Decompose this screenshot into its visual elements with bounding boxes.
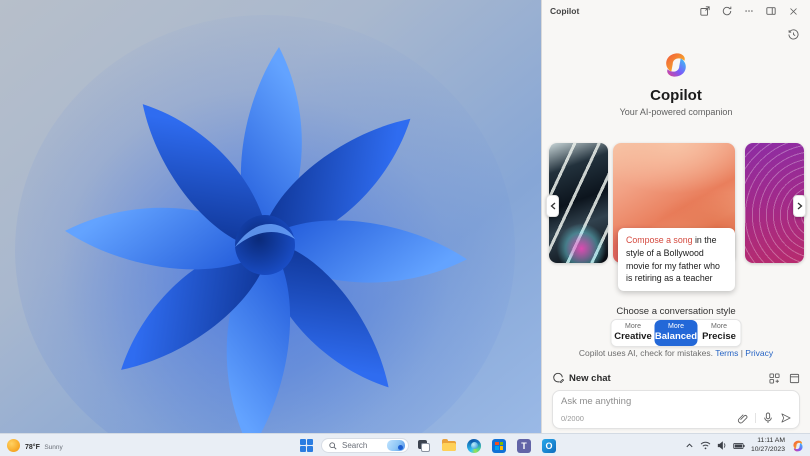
disclaimer-text: Copilot uses AI, check for mistakes. — [578, 348, 716, 358]
microphone-icon[interactable] — [763, 412, 773, 424]
chat-history-icon[interactable] — [785, 27, 801, 41]
send-icon[interactable] — [780, 412, 792, 424]
file-explorer-button[interactable] — [439, 436, 459, 455]
plugins-grid-icon[interactable] — [769, 372, 780, 384]
style-option-line1: More — [711, 323, 727, 330]
copilot-subtitle: Your AI-powered companion — [619, 107, 733, 117]
suggestion-carousel: Compose a song in the style of a Bollywo… — [542, 143, 810, 291]
copilot-taskbar-icon[interactable] — [791, 439, 805, 453]
attach-file-icon[interactable] — [737, 413, 748, 424]
microsoft-store-icon — [492, 438, 506, 453]
weather-widget[interactable]: 78°F Sunny — [7, 436, 63, 454]
taskbar-clock[interactable]: 11:11 AM 10/27/2023 — [751, 437, 785, 453]
task-view-icon — [417, 439, 431, 453]
notebook-layout-icon[interactable] — [789, 373, 800, 384]
tray-chevron-up-icon[interactable] — [685, 441, 694, 450]
more-options-icon[interactable] — [740, 3, 758, 19]
panel-header-actions — [696, 3, 802, 19]
taskbar: 78°F Sunny Search T O 11:11 AM 10/27/202… — [0, 433, 810, 456]
clock-date: 10/27/2023 — [750, 445, 785, 453]
dock-panel-icon[interactable] — [762, 3, 780, 19]
copilot-panel: Copilot Copilot Your AI-powered companio… — [541, 0, 810, 433]
terms-link[interactable]: Terms — [715, 348, 738, 358]
search-icon — [329, 441, 337, 450]
chat-input-box: 0/2000 — [552, 390, 800, 429]
teams-button[interactable]: T — [514, 436, 534, 455]
taskbar-search-box[interactable]: Search — [321, 438, 409, 453]
new-chat-label: New chat — [569, 372, 611, 384]
close-icon[interactable] — [784, 3, 802, 19]
divider — [755, 413, 756, 423]
style-option-line2: Precise — [702, 331, 736, 342]
refresh-icon[interactable] — [718, 3, 736, 19]
chat-input-actions — [737, 412, 792, 424]
ai-disclaimer: Copilot uses AI, check for mistakes. Ter… — [542, 348, 810, 358]
copilot-panel-header: Copilot — [542, 0, 810, 22]
style-option-line2: Balanced — [654, 331, 698, 342]
windows-logo-icon — [299, 439, 313, 452]
open-in-window-icon[interactable] — [696, 3, 714, 19]
conversation-style-toggle: More Creative More Balanced More Precise — [610, 319, 742, 347]
edge-icon — [467, 438, 481, 453]
copilot-hero: Copilot Your AI-powered companion — [542, 50, 810, 117]
style-option-creative[interactable]: More Creative — [611, 320, 655, 346]
prompt-suggestion-card[interactable]: Compose a song in the style of a Bollywo… — [618, 228, 735, 291]
carousel-prev-icon[interactable] — [546, 195, 559, 217]
chat-input-footer: 0/2000 — [561, 412, 792, 424]
clock-time: 11:11 AM — [757, 437, 785, 445]
search-highlights-icon[interactable] — [387, 440, 405, 451]
weather-temperature: 78°F — [25, 444, 40, 451]
volume-icon[interactable] — [717, 441, 727, 450]
style-option-line1: More — [625, 323, 641, 330]
taskbar-center: Search T O — [296, 434, 559, 456]
search-label: Search — [342, 441, 368, 450]
file-explorer-icon — [442, 439, 456, 453]
edge-browser-button[interactable] — [464, 436, 484, 455]
character-counter: 0/2000 — [561, 413, 584, 423]
new-chat-icon — [553, 372, 564, 384]
conversation-style-label: Choose a conversation style — [616, 306, 736, 317]
system-tray: 11:11 AM 10/27/2023 — [685, 434, 805, 456]
style-option-line1: More — [668, 323, 684, 330]
chat-input[interactable] — [561, 396, 791, 412]
start-button[interactable] — [296, 436, 316, 455]
teams-icon: T — [517, 438, 531, 453]
style-option-precise[interactable]: More Precise — [697, 320, 741, 346]
battery-icon[interactable] — [733, 442, 745, 450]
task-view-button[interactable] — [414, 436, 434, 455]
prompt-highlight: Compose a song — [626, 235, 693, 245]
style-option-balanced[interactable]: More Balanced — [654, 320, 698, 346]
chat-tools — [769, 372, 800, 384]
windows-desktop-screen: Copilot Copilot Your AI-powered companio… — [0, 0, 810, 456]
sun-icon — [7, 438, 20, 452]
wifi-icon[interactable] — [700, 441, 711, 450]
new-chat-button[interactable]: New chat — [552, 372, 611, 384]
weather-condition: Sunny — [44, 444, 63, 451]
chat-compose-area: New chat 0/2000 — [552, 370, 800, 429]
privacy-link[interactable]: Privacy — [745, 348, 773, 358]
carousel-next-icon[interactable] — [793, 195, 806, 217]
outlook-button[interactable]: O — [539, 436, 559, 455]
style-option-line2: Creative — [614, 331, 652, 342]
copilot-logo-icon — [666, 53, 686, 77]
panel-title: Copilot — [550, 6, 580, 16]
new-chat-row: New chat — [552, 370, 800, 386]
bloom-wallpaper-art — [0, 0, 541, 433]
microsoft-store-button[interactable] — [489, 436, 509, 455]
copilot-title: Copilot — [650, 87, 702, 104]
outlook-icon: O — [542, 438, 556, 453]
desktop-wallpaper[interactable] — [0, 0, 541, 433]
